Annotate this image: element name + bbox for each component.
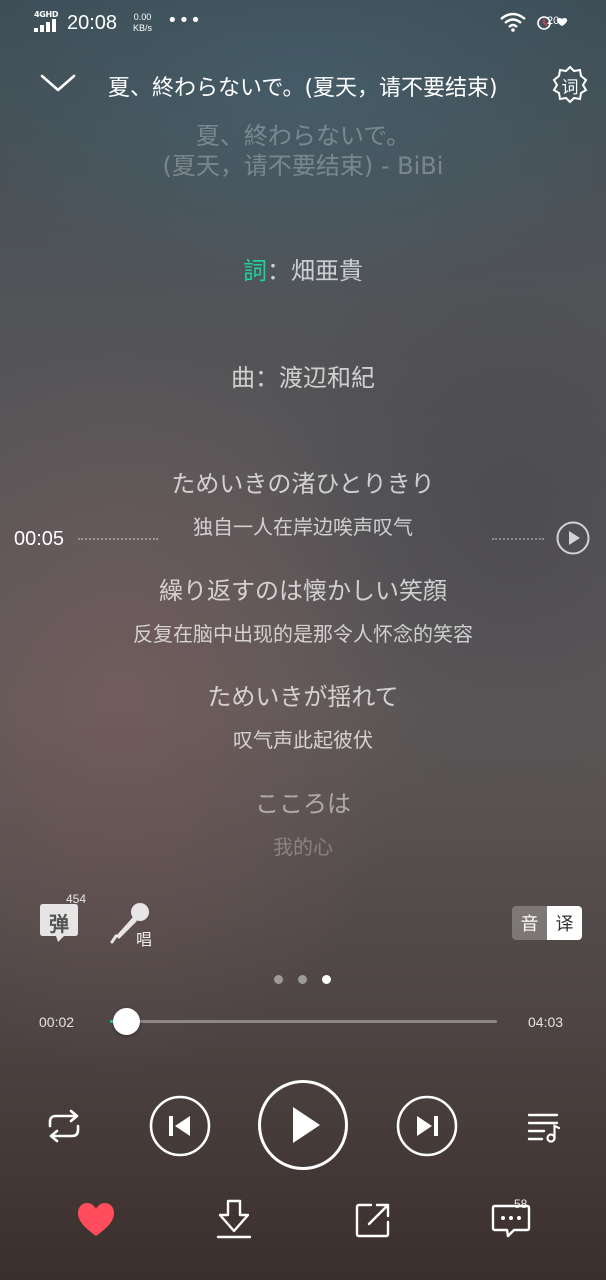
collapse-chevron-icon[interactable] <box>38 66 78 102</box>
composer-line: 曲：渡辺和紀 <box>231 364 375 392</box>
page-indicator <box>274 975 334 985</box>
share-icon[interactable] <box>353 1200 393 1240</box>
page-dot <box>298 975 307 984</box>
alarm-icon: 20 <box>534 14 572 32</box>
progress-thumb[interactable] <box>112 1008 140 1035</box>
lyric-line-zh: 独自一人在岸边唉声叹气 <box>193 515 413 539</box>
lyric-line-ja: こころは <box>255 790 351 818</box>
phonetic-translate-toggle[interactable]: 音 译 <box>512 906 582 940</box>
lyric-line-ja: ためいきの渚ひとりきり <box>171 470 435 498</box>
network-type: 4GHD <box>34 10 59 19</box>
lyric-line-zh: 叹气声此起彼伏 <box>233 728 373 752</box>
previous-track-icon[interactable] <box>149 1095 211 1157</box>
lyric-artist-line: (夏天，请不要结束) - BiBi <box>162 152 444 180</box>
translate-option[interactable]: 译 <box>547 906 582 940</box>
lyrics-panel[interactable]: 夏、終わらないで。 (夏天，请不要结束) - BiBi 詞：畑亜貴 曲：渡辺和紀… <box>0 112 606 882</box>
karaoke-button[interactable]: 唱 <box>110 900 154 949</box>
lyric-seek-guide-left <box>78 538 158 540</box>
lyric-settings-button[interactable]: 词 <box>550 64 590 104</box>
lyric-line-ja: 繰り返すのは懐かしい笑顔 <box>159 577 447 605</box>
lyric-settings-label: 词 <box>561 78 579 98</box>
lyricist-highlight: 詞 <box>243 257 267 285</box>
total-time: 04:03 <box>528 1014 564 1030</box>
playlist-icon[interactable] <box>524 1106 564 1146</box>
next-track-icon[interactable] <box>396 1095 458 1157</box>
danmu-label: 弹 <box>49 912 69 936</box>
status-bar: 4GHD 20:08 0.00 KB/s ••• 20 <box>0 0 606 46</box>
wifi-icon <box>500 12 526 32</box>
seek-play-icon[interactable] <box>556 521 590 555</box>
danmu-count: 454 <box>66 892 87 906</box>
lyricist-line: 詞：畑亜貴 <box>0 251 606 286</box>
network-speed-unit: KB/s <box>133 23 153 33</box>
clock: 20:08 <box>67 12 118 34</box>
lyric-line-zh: 反复在脑中出现的是那令人怀念的笑容 <box>133 622 473 646</box>
alarm-badge-text: 20 <box>547 15 560 27</box>
song-title[interactable]: 夏、終わらないで。(夏天，请不要结束) - BiBi <box>108 70 500 102</box>
like-heart-icon[interactable] <box>76 1201 116 1239</box>
lyric-line-ja: ためいきが揺れて <box>207 683 399 711</box>
lyric-seek-time: 00:05 <box>14 528 65 550</box>
play-icon[interactable] <box>257 1079 349 1171</box>
phonetic-option[interactable]: 音 <box>512 906 547 940</box>
network-speed: 0.00 KB/s <box>133 12 152 34</box>
lyric-line-zh: 我的心 <box>273 835 333 859</box>
elapsed-time: 00:02 <box>39 1014 75 1030</box>
progress-bar[interactable] <box>110 1008 497 1035</box>
karaoke-label: 唱 <box>136 930 153 949</box>
signal-icon <box>34 19 58 32</box>
comment-count: 58 <box>514 1197 528 1211</box>
lyricist-name: ：畑亜貴 <box>267 257 363 285</box>
download-icon[interactable] <box>214 1198 254 1240</box>
lyric-seek-guide-right <box>492 538 544 540</box>
network-speed-value: 0.00 <box>133 12 152 22</box>
danmu-button[interactable]: 弹 <box>38 900 80 944</box>
page-dot <box>274 975 283 984</box>
page-dot <box>322 975 331 984</box>
more-notifications-icon: ••• <box>167 10 202 31</box>
repeat-mode-icon[interactable] <box>42 1106 86 1146</box>
